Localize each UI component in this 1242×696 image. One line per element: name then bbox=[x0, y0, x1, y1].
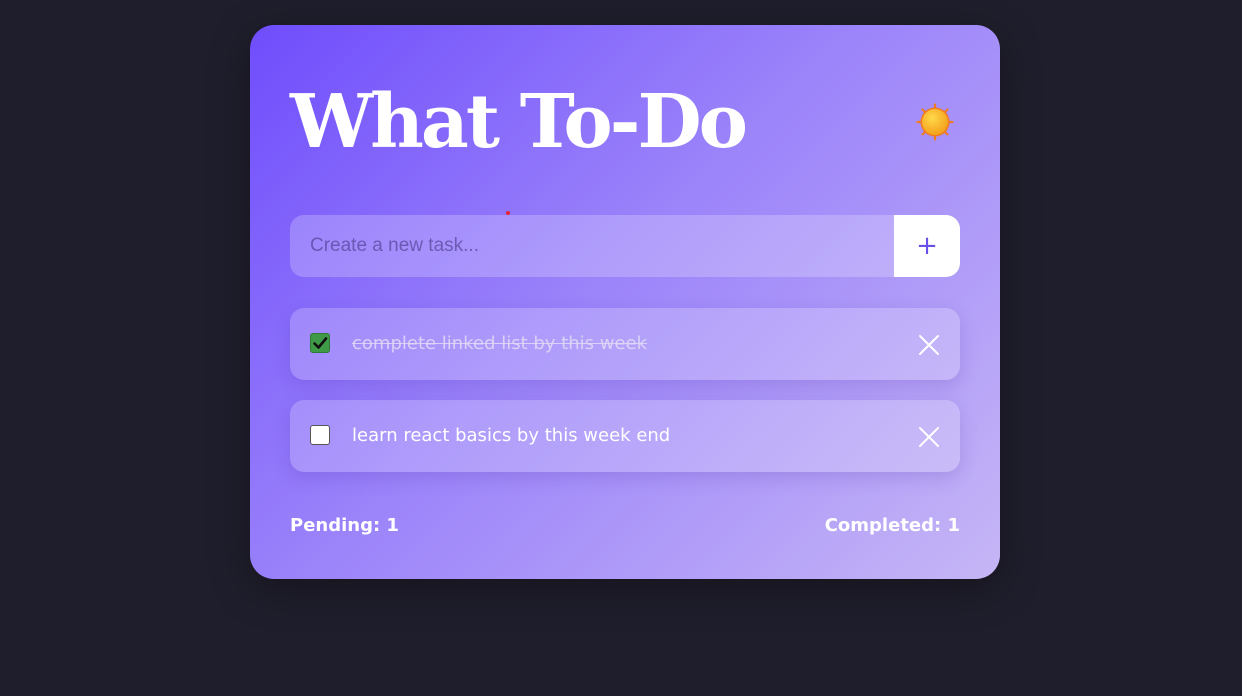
task-item: learn react basics by this week end bbox=[290, 400, 960, 472]
delete-task-button[interactable] bbox=[918, 426, 940, 448]
new-task-form: + bbox=[290, 215, 960, 277]
delete-task-button[interactable] bbox=[918, 334, 940, 356]
task-checkbox[interactable] bbox=[310, 333, 330, 353]
completed-count: Completed: 1 bbox=[824, 515, 960, 536]
task-checkbox[interactable] bbox=[310, 425, 330, 445]
task-item: complete linked list by this week bbox=[290, 308, 960, 380]
add-task-button[interactable]: + bbox=[894, 215, 960, 277]
todo-card: What To-Do + bbox=[250, 25, 1000, 579]
task-text: complete linked list by this week bbox=[352, 333, 648, 354]
theme-toggle-button[interactable] bbox=[916, 103, 954, 141]
new-task-input[interactable] bbox=[290, 215, 894, 277]
sun-icon bbox=[916, 103, 954, 141]
checkmark-icon bbox=[313, 337, 328, 349]
close-icon bbox=[919, 335, 939, 355]
app-title: What To-Do bbox=[290, 79, 748, 165]
close-icon bbox=[919, 427, 939, 447]
pending-count: Pending: 1 bbox=[290, 515, 399, 536]
task-text: learn react basics by this week end bbox=[352, 425, 671, 446]
